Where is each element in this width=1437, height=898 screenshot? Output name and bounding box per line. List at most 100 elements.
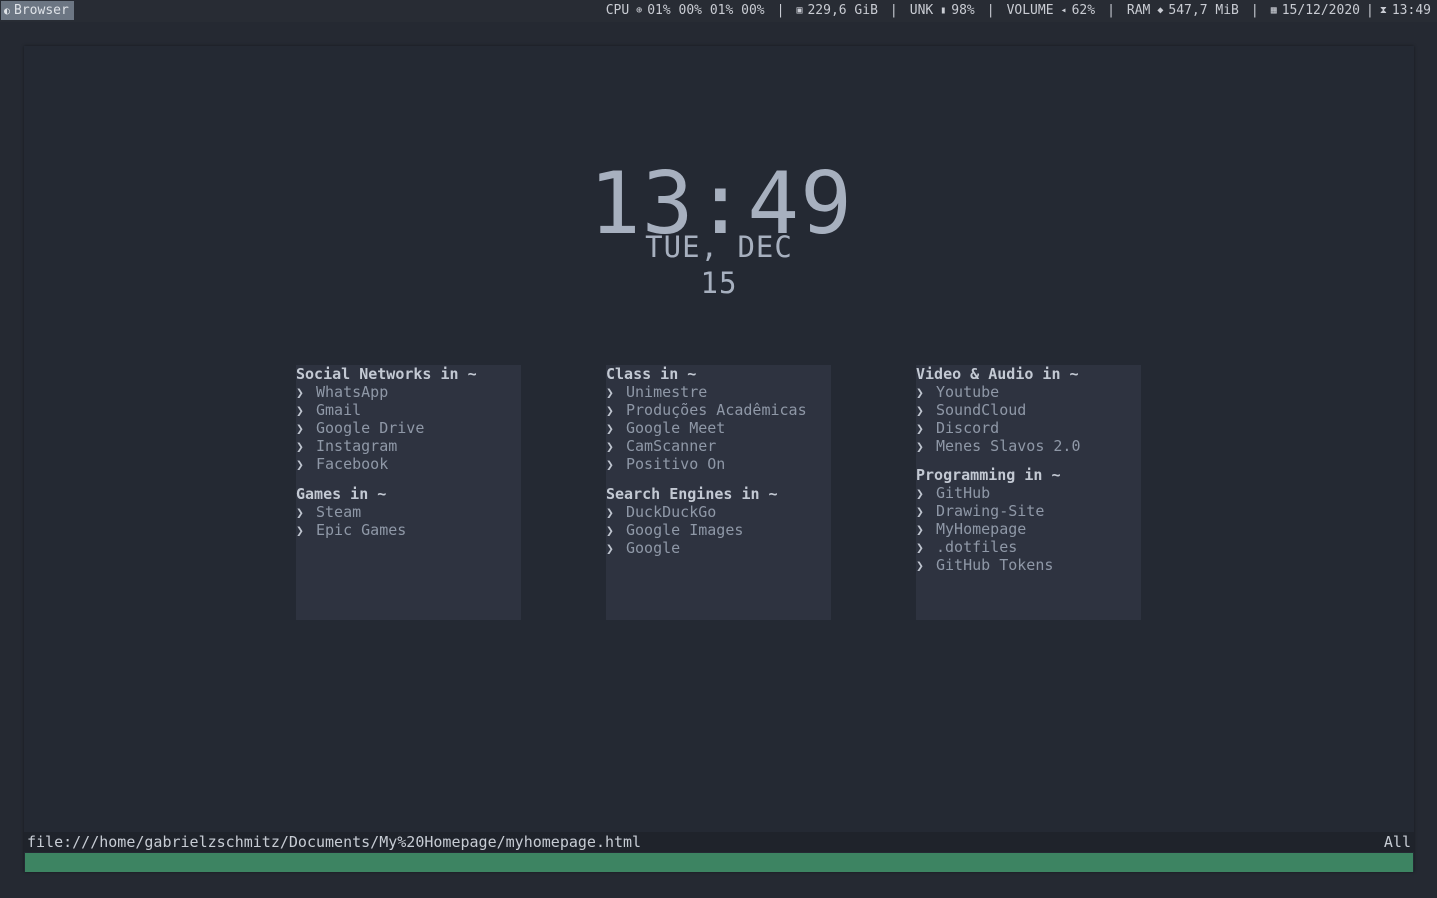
workspace-label: Browser [14, 3, 69, 18]
bookmark-label: Google Meet [626, 419, 726, 437]
bookmark-panel: Social Networks in ~ ❯ WhatsApp ❯ Gmail ❯ G… [296, 365, 521, 620]
bookmark-link[interactable]: ❯ Facebook [296, 455, 521, 473]
separator: | [776, 3, 785, 18]
disk-value: 229,6 GiB [807, 3, 878, 18]
cpu-values: 01% 00% 01% 00% [647, 3, 765, 18]
bookmark-label: Drawing-Site [936, 502, 1045, 520]
battery-label: UNK [909, 3, 934, 18]
bookmark-label: Produções Acadêmicas [626, 401, 807, 419]
volume-label: VOLUME [1006, 3, 1054, 18]
bookmark-link[interactable]: ❯ Google [606, 539, 831, 557]
volume-icon: ◂ [1060, 5, 1067, 16]
bookmark-label: MyHomepage [936, 520, 1027, 538]
chevron-right-icon: ❯ [606, 458, 614, 473]
group-title: Class in ~ [606, 365, 697, 383]
bookmark-link[interactable]: ❯ .dotfiles [916, 538, 1141, 556]
group-title: Social Networks in ~ [296, 365, 477, 383]
separator: | [1250, 3, 1259, 18]
clock-date: TUE, DEC 15 [645, 230, 793, 300]
bookmark-panel: Class in ~ ❯ Unimestre ❯ Produções Acadêmi… [606, 365, 831, 620]
calendar-icon: ▦ [1270, 5, 1277, 16]
bookmark-link[interactable]: ❯ MyHomepage [916, 520, 1141, 538]
bookmark-link[interactable]: ❯ Discord [916, 419, 1141, 437]
ram-icon: ◆ [1157, 5, 1164, 16]
bookmark-link[interactable]: ❯ Positivo On [606, 455, 831, 473]
bookmark-label: WhatsApp [316, 383, 389, 401]
cpu-icon: ⊕ [636, 5, 643, 16]
browser-window: 13:49 TUE, DEC 15 Social Networks in ~ ❯… [24, 46, 1414, 872]
group-title: Search Engines in ~ [606, 485, 778, 503]
chevron-right-icon: ❯ [916, 559, 924, 574]
group-title: Games in ~ [296, 485, 387, 503]
bookmark-link[interactable]: ❯ GitHub Tokens [916, 556, 1141, 574]
chevron-right-icon: ❯ [296, 524, 304, 539]
bookmark-label: .dotfiles [936, 538, 1018, 556]
battery-icon: ▮ [940, 5, 947, 16]
bookmark-label: Unimestre [626, 383, 708, 401]
bookmark-label: Menes Slavos 2.0 [936, 437, 1081, 455]
time-value: 13:49 [1391, 3, 1431, 18]
bookmark-label: GitHub Tokens [936, 556, 1054, 574]
separator: | [1366, 3, 1374, 18]
volume-value: 62% [1071, 3, 1096, 18]
separator: | [889, 3, 898, 18]
workspace-indicator[interactable]: ◐ Browser [1, 1, 74, 20]
scroll-position: All [1383, 833, 1411, 851]
bookmark-label: Discord [936, 419, 1000, 437]
bookmark-link[interactable]: ❯ Youtube [916, 383, 1141, 401]
bookmark-label: DuckDuckGo [626, 503, 717, 521]
bookmark-link[interactable]: ❯ Produções Acadêmicas [606, 401, 831, 419]
bookmark-link[interactable]: ❯ Gmail [296, 401, 521, 419]
top-bar: ◐ Browser CPU ⊕ 01% 00% 01% 00% | ▣ 229,6… [0, 0, 1437, 22]
bookmark-label: Epic Games [316, 521, 407, 539]
separator: | [1107, 3, 1115, 18]
chevron-right-icon: ❯ [916, 440, 924, 455]
bookmark-panel: Video & Audio in ~ ❯ Youtube ❯ SoundCloud … [916, 365, 1141, 620]
bookmark-link[interactable]: ❯ GitHub [916, 484, 1141, 502]
url-display[interactable]: file:///home/gabrielzschmitz/Documents/M… [27, 832, 641, 852]
bookmark-label: Instagram [316, 437, 398, 455]
bookmark-link[interactable]: ❯ Steam [296, 503, 521, 521]
bookmark-link[interactable]: ❯ SoundCloud [916, 401, 1141, 419]
workspace-icon: ◐ [4, 6, 11, 17]
ram-label: RAM [1126, 3, 1151, 18]
chevron-right-icon: ❯ [296, 458, 304, 473]
bookmark-label: Steam [316, 503, 362, 521]
bookmark-link[interactable]: ❯ Drawing-Site [916, 502, 1141, 520]
hourglass-icon: ⧗ [1379, 5, 1387, 16]
bookmark-label: Facebook [316, 455, 389, 473]
bookmark-link[interactable]: ❯ Menes Slavos 2.0 [916, 437, 1141, 455]
bookmark-link[interactable]: ❯ WhatsApp [296, 383, 521, 401]
bookmark-label: Youtube [936, 383, 1000, 401]
bookmark-label: GitHub [936, 484, 991, 502]
cpu-label: CPU [605, 3, 630, 18]
disk-icon: ▣ [796, 5, 803, 16]
bookmark-link[interactable]: ❯ Unimestre [606, 383, 831, 401]
bookmark-link[interactable]: ❯ Google Images [606, 521, 831, 539]
status-bar: file:///home/gabrielzschmitz/Documents/M… [24, 832, 1414, 852]
date-value: 15/12/2020 [1281, 3, 1360, 18]
chevron-right-icon: ❯ [606, 542, 614, 557]
group-title: Video & Audio in ~ [916, 365, 1079, 383]
bookmark-link[interactable]: ❯ Google Meet [606, 419, 831, 437]
ram-value: 547,7 MiB [1168, 3, 1239, 18]
bookmark-label: CamScanner [626, 437, 717, 455]
bookmark-link[interactable]: ❯ Instagram [296, 437, 521, 455]
load-progress-bar [25, 853, 1413, 872]
bookmark-label: Google Drive [316, 419, 425, 437]
bookmark-label: SoundCloud [936, 401, 1027, 419]
bookmark-label: Google Images [626, 521, 744, 539]
separator: | [986, 3, 995, 18]
bookmark-link[interactable]: ❯ DuckDuckGo [606, 503, 831, 521]
bookmark-label: Positivo On [626, 455, 726, 473]
status-modules: CPU ⊕ 01% 00% 01% 00% | ▣ 229,6 GiB | UN… [606, 0, 1431, 22]
battery-value: 98% [951, 3, 975, 18]
bookmark-link[interactable]: ❯ Google Drive [296, 419, 521, 437]
bookmark-label: Google [626, 539, 681, 557]
bookmark-label: Gmail [316, 401, 362, 419]
bookmark-link[interactable]: ❯ Epic Games [296, 521, 521, 539]
bookmark-link[interactable]: ❯ CamScanner [606, 437, 831, 455]
